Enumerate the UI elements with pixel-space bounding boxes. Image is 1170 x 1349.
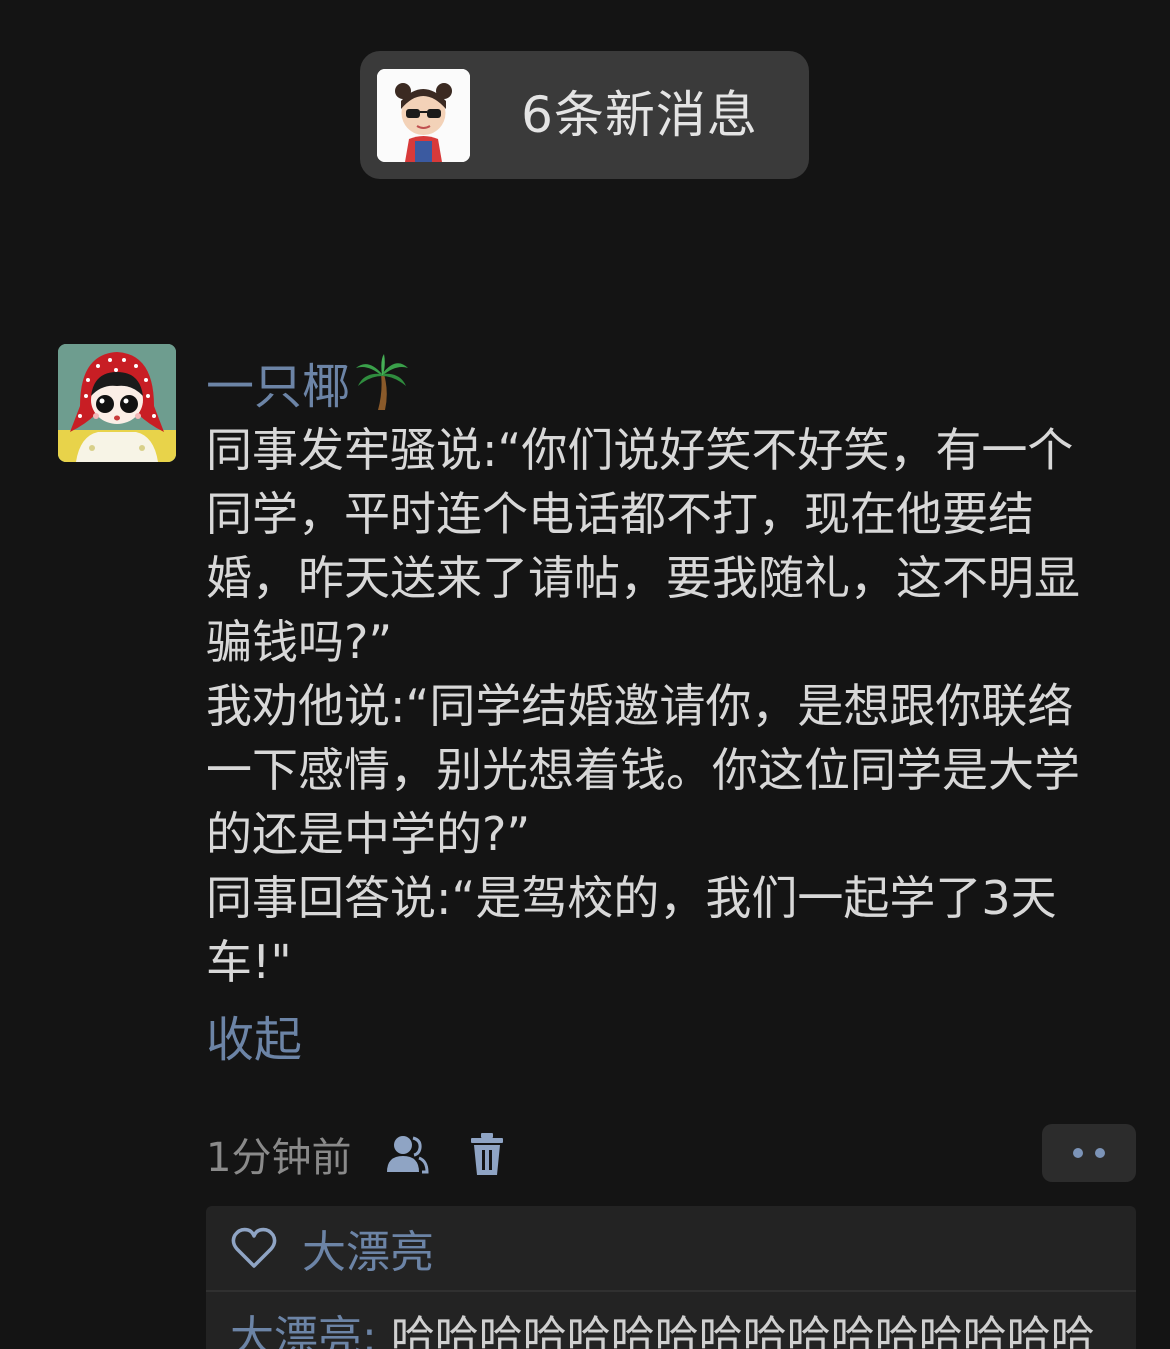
more-actions-button[interactable] <box>1042 1124 1136 1182</box>
author-avatar[interactable] <box>58 344 176 462</box>
post-paragraph: 同事回答说:“是驾校的，我们一起学了3天车!" <box>206 871 1057 989</box>
new-messages-label: 6条新消息 <box>521 86 758 144</box>
likes-comments-panel: 大漂亮 大漂亮: 哈哈哈哈哈哈哈哈哈哈哈哈哈哈哈哈 <box>206 1206 1136 1349</box>
friends-icon[interactable] <box>383 1130 431 1178</box>
comment-separator: : <box>362 1312 391 1349</box>
comment-author[interactable]: 大漂亮 <box>230 1312 362 1349</box>
girl-red-headscarf-avatar-icon <box>58 344 176 462</box>
author-name-text: 一只椰 <box>206 359 351 415</box>
trash-icon[interactable] <box>463 1130 511 1178</box>
comment-item[interactable]: 大漂亮: 哈哈哈哈哈哈哈哈哈哈哈哈哈哈哈哈 <box>230 1306 1095 1349</box>
post-paragraph: 同事发牢骚说:“你们说好笑不好笑，有一个同学，平时连个电话都不打，现在他要结婚，… <box>206 423 1080 669</box>
post-time: 1分钟前 <box>206 1135 352 1181</box>
more-dots-icon <box>1095 1148 1105 1158</box>
palm-tree-icon <box>356 354 409 410</box>
cartoon-girl-avatar-icon <box>377 69 470 162</box>
collapse-button[interactable]: 收起 <box>206 1008 302 1072</box>
post-paragraph: 我劝他说:“同学结婚邀请你，是想跟你联络一下感情，别光想着钱。你这位同学是大学的… <box>206 679 1080 861</box>
likes-row: 大漂亮 <box>206 1206 1136 1292</box>
post-meta: 1分钟前 <box>206 1124 543 1184</box>
comment-text: 哈哈哈哈哈哈哈哈哈哈哈哈哈哈哈哈 <box>390 1312 1095 1349</box>
author-name[interactable]: 一只椰 <box>206 350 409 415</box>
new-messages-notice[interactable]: 6条新消息 <box>360 51 809 179</box>
more-dots-icon <box>1073 1148 1083 1158</box>
post-content: 同事发牢骚说:“你们说好笑不好笑，有一个同学，平时连个电话都不打，现在他要结婚，… <box>206 418 1116 994</box>
heart-icon <box>231 1227 277 1268</box>
like-user-name[interactable]: 大漂亮 <box>302 1216 434 1280</box>
new-message-avatar <box>377 69 470 162</box>
